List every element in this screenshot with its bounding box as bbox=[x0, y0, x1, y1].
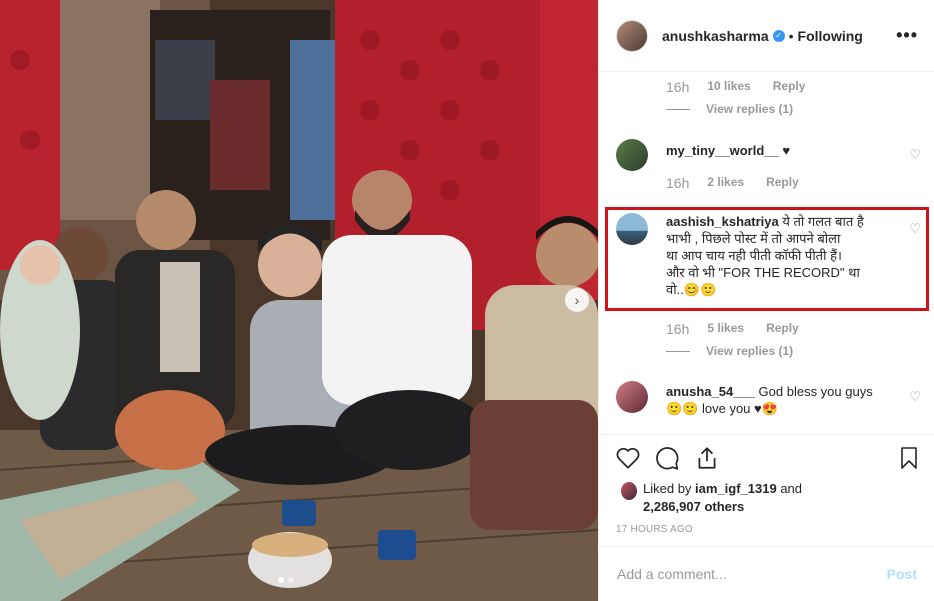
commenter-username[interactable]: anusha_54___ bbox=[666, 384, 755, 399]
comment-likes[interactable]: 5 likes bbox=[707, 321, 744, 337]
likes-prefix: Liked by bbox=[643, 481, 696, 496]
comment-meta: 16h 2 likes Reply bbox=[666, 175, 799, 191]
comment-time: 16h bbox=[666, 321, 690, 337]
add-comment-bar: Post bbox=[599, 546, 934, 601]
comment-time: 16h bbox=[666, 175, 690, 191]
highlight-box bbox=[605, 207, 929, 311]
comment-meta: 16h 5 likes Reply bbox=[666, 321, 799, 337]
likes-text: Liked by iam_igf_1319 and 2,286,907 othe… bbox=[643, 480, 853, 516]
replies-line bbox=[666, 108, 690, 110]
author-avatar[interactable] bbox=[616, 19, 648, 52]
likes-and: and bbox=[776, 481, 803, 496]
post-actions: Liked by iam_igf_1319 and 2,286,907 othe… bbox=[599, 434, 934, 535]
comment-text: anusha_54___ God bless you guys 🙂🙂 love … bbox=[666, 383, 891, 417]
replies-line bbox=[666, 350, 690, 352]
comment-likes[interactable]: 2 likes bbox=[707, 175, 744, 191]
post-timestamp[interactable]: 17 HOURS AGO bbox=[616, 524, 693, 535]
commenter-username[interactable]: my_tiny__world__ bbox=[666, 143, 779, 158]
comment-icon[interactable] bbox=[654, 445, 680, 471]
like-comment-heart-icon[interactable]: ♡ bbox=[909, 389, 921, 405]
likes-count[interactable]: 2,286,907 others bbox=[643, 499, 744, 514]
bookmark-icon[interactable] bbox=[897, 445, 921, 471]
separator: • bbox=[788, 27, 794, 44]
comments-list[interactable]: 16h 10 likes Reply View replies (1) my_t… bbox=[599, 73, 934, 433]
reply-button[interactable]: Reply bbox=[773, 79, 806, 95]
heart-icon[interactable] bbox=[615, 445, 641, 471]
view-replies-button[interactable]: View replies (1) bbox=[666, 102, 793, 116]
liker-username[interactable]: iam_igf_1319 bbox=[695, 481, 777, 496]
commenter-avatar[interactable] bbox=[616, 381, 648, 413]
post-photo[interactable]: › bbox=[0, 0, 598, 601]
comment-item: anusha_54___ God bless you guys 🙂🙂 love … bbox=[616, 381, 921, 426]
comment-body-line: God bless you guys bbox=[758, 384, 873, 399]
carousel-dot bbox=[288, 577, 294, 583]
post-side-panel: anushkasharma ✓ • Following ••• 16h 10 l… bbox=[598, 0, 934, 601]
comment-likes[interactable]: 10 likes bbox=[707, 79, 750, 95]
view-replies-label: View replies (1) bbox=[706, 102, 794, 116]
post-header: anushkasharma ✓ • Following ••• bbox=[599, 0, 934, 72]
comment-meta: 16h 10 likes Reply bbox=[666, 79, 805, 95]
comment-input[interactable] bbox=[617, 566, 887, 582]
following-button[interactable]: Following bbox=[798, 28, 863, 44]
next-photo-button[interactable]: › bbox=[565, 288, 589, 312]
carousel-dots bbox=[278, 577, 294, 583]
post-comment-button[interactable]: Post bbox=[887, 566, 917, 582]
comment-text: my_tiny__world__ ♥ bbox=[666, 142, 790, 159]
comment-time: 16h bbox=[666, 79, 690, 95]
view-replies-button[interactable]: View replies (1) bbox=[666, 344, 793, 358]
carousel-dot bbox=[278, 577, 284, 583]
author-username[interactable]: anushkasharma bbox=[662, 28, 769, 44]
verified-badge-icon: ✓ bbox=[772, 29, 785, 42]
view-replies-label: View replies (1) bbox=[706, 344, 794, 358]
photo-scene bbox=[0, 0, 598, 601]
like-comment-heart-icon[interactable]: ♡ bbox=[909, 147, 921, 163]
commenter-avatar[interactable] bbox=[616, 139, 648, 171]
comment-body: ♥ bbox=[782, 143, 791, 158]
reply-button[interactable]: Reply bbox=[766, 321, 799, 337]
reply-button[interactable]: Reply bbox=[766, 175, 799, 191]
share-icon[interactable] bbox=[694, 445, 720, 471]
more-options-icon[interactable]: ••• bbox=[896, 25, 918, 46]
action-icons-row bbox=[615, 445, 921, 475]
liker-avatar[interactable] bbox=[621, 482, 637, 500]
comment-body-line: 🙂🙂 love you ♥😍 bbox=[666, 401, 778, 416]
